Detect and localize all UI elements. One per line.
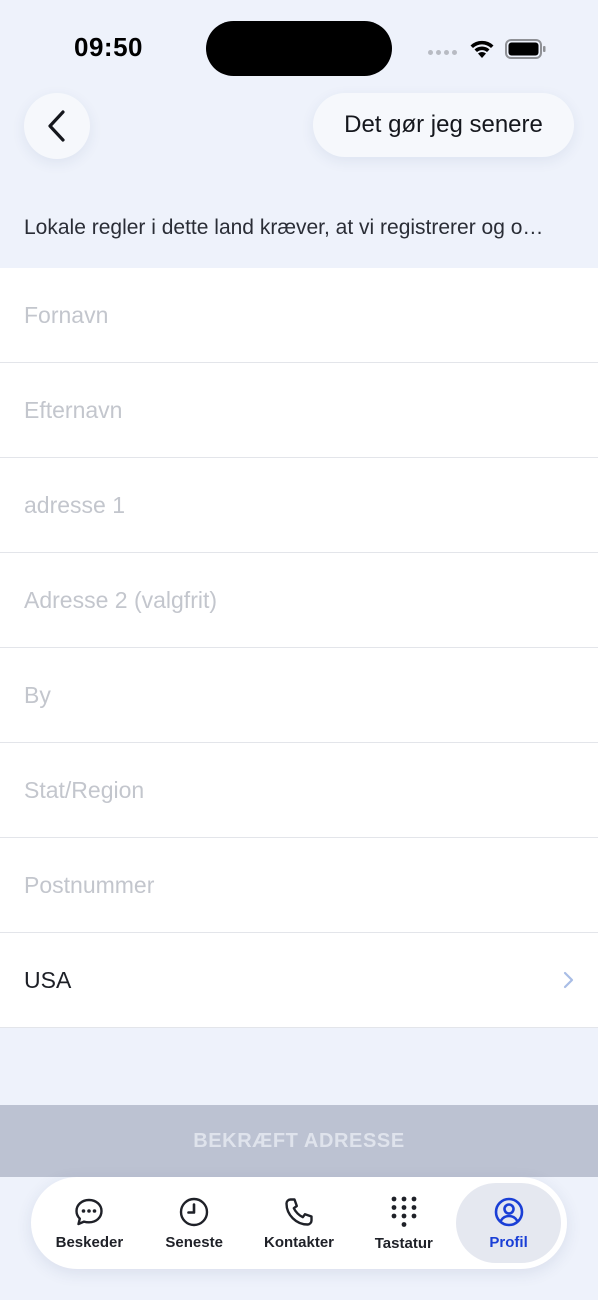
- postal-code-row: [0, 838, 598, 933]
- city-input[interactable]: [24, 681, 574, 709]
- tab-contacts-label: Kontakter: [263, 1233, 334, 1251]
- do-it-later-button[interactable]: Det gør jeg senere: [313, 93, 574, 157]
- bottom-tab-bar: Beskeder Seneste Kontakter Tastatur Prof…: [31, 1177, 567, 1269]
- tab-profile-label: Profil: [489, 1233, 528, 1251]
- address2-row: [0, 553, 598, 648]
- last-name-input[interactable]: [24, 396, 574, 424]
- status-bar: 09:50: [0, 0, 598, 90]
- tab-recent-label: Seneste: [165, 1233, 223, 1251]
- address2-input[interactable]: [24, 586, 574, 614]
- back-button[interactable]: [24, 93, 90, 159]
- battery-icon: [505, 39, 546, 59]
- tab-recent[interactable]: Seneste: [142, 1183, 247, 1263]
- chevron-left-icon: [48, 110, 65, 142]
- confirm-address-button[interactable]: BEKRÆFT ADRESSE: [0, 1105, 598, 1177]
- phone-icon: [285, 1197, 313, 1226]
- address-form: USA: [0, 268, 598, 1028]
- first-name-row: [0, 268, 598, 363]
- clock-icon: [179, 1197, 209, 1226]
- state-row: [0, 743, 598, 838]
- status-time: 09:50: [74, 32, 143, 62]
- cellular-signal-icon: [428, 50, 457, 55]
- tab-contacts[interactable]: Kontakter: [247, 1183, 352, 1263]
- address1-input[interactable]: [24, 491, 574, 519]
- tab-keypad-label: Tastatur: [374, 1234, 433, 1252]
- state-input[interactable]: [24, 776, 574, 804]
- tab-messages[interactable]: Beskeder: [37, 1183, 142, 1263]
- address1-row: [0, 458, 598, 553]
- tab-keypad[interactable]: Tastatur: [351, 1183, 456, 1263]
- regulation-info-text: Lokale regler i dette land kræver, at vi…: [24, 216, 544, 239]
- wifi-icon: [470, 40, 494, 58]
- city-row: [0, 648, 598, 743]
- dynamic-island: [206, 21, 392, 76]
- keypad-icon: [391, 1196, 417, 1227]
- country-value: USA: [24, 966, 72, 993]
- tab-messages-label: Beskeder: [55, 1233, 124, 1251]
- tab-profile[interactable]: Profil: [456, 1183, 561, 1263]
- chevron-right-icon: [563, 971, 574, 989]
- first-name-input[interactable]: [24, 301, 574, 329]
- postal-code-input[interactable]: [24, 871, 574, 899]
- chat-bubble-icon: [75, 1198, 104, 1225]
- country-selector[interactable]: USA: [0, 933, 598, 1028]
- profile-icon: [494, 1197, 523, 1226]
- last-name-row: [0, 363, 598, 458]
